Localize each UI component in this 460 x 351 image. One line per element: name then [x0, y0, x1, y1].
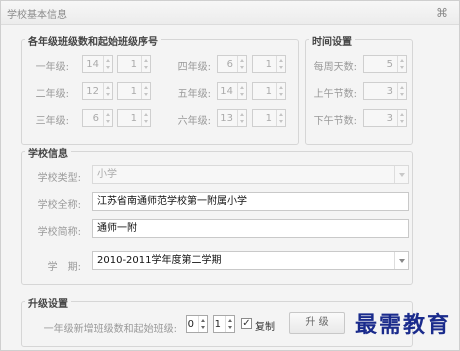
close-icon[interactable]: ⌘: [433, 4, 451, 22]
upgrade-button[interactable]: 升 级: [289, 312, 345, 334]
grade-start-class-spinner[interactable]: 1: [117, 82, 151, 100]
afternoon-periods-spinner[interactable]: 3: [363, 109, 407, 127]
copy-checkbox[interactable]: ✓: [241, 318, 252, 329]
school-fullname-input[interactable]: 江苏省南通师范学校第一附属小学: [92, 192, 409, 211]
grade-class-count-spinner[interactable]: 6: [82, 109, 113, 127]
grade-start-class-spinner[interactable]: 1: [117, 55, 151, 73]
time-group-title: 时间设置: [309, 33, 355, 48]
watermark-logo: 最需教育: [354, 312, 451, 338]
school-type-select[interactable]: 小学: [92, 165, 409, 184]
chevron-down-icon: [394, 166, 408, 183]
grade-start-class-spinner[interactable]: 1: [252, 82, 286, 100]
days-per-week-spinner[interactable]: 5: [363, 55, 407, 73]
grade-start-class-spinner[interactable]: 1: [252, 109, 286, 127]
window-title: 学校基本信息: [7, 10, 67, 21]
grade-label: 四年级:: [177, 62, 211, 73]
morning-periods-spinner[interactable]: 3: [363, 82, 407, 100]
grades-group-title: 各年级班级数和起始班级序号: [25, 33, 161, 48]
grade-class-count-spinner[interactable]: 12: [82, 82, 113, 100]
copy-label: 复制: [255, 322, 275, 333]
school-fullname-label: 学校全称:: [37, 200, 81, 211]
time-label: 下午节数:: [313, 116, 357, 127]
grade-class-count-spinner[interactable]: 14: [217, 82, 247, 100]
grade-label: 二年级:: [35, 89, 69, 100]
new-classes-spinner[interactable]: 0: [186, 315, 208, 333]
dialog-window: 学校基本信息 ⌘ 各年级班级数和起始班级序号 一年级: 14 1 二年级: 12…: [0, 0, 460, 351]
grade-label: 五年级:: [177, 89, 211, 100]
grade-label: 三年级:: [35, 116, 69, 127]
upgrade-label: 一年级新增班级数和起始班级:: [43, 324, 177, 335]
grade-class-count-spinner[interactable]: 14: [82, 55, 113, 73]
school-shortname-label: 学校简称:: [37, 227, 81, 238]
start-class-spinner[interactable]: 1: [213, 315, 235, 333]
grade-class-count-spinner[interactable]: 13: [217, 109, 247, 127]
school-shortname-input[interactable]: 通师一附: [92, 219, 409, 238]
school-group-title: 学校信息: [25, 145, 71, 160]
grade-label: 一年级:: [35, 62, 69, 73]
grade-class-count-spinner[interactable]: 6: [217, 55, 247, 73]
term-label: 学 期:: [47, 262, 81, 273]
grade-start-class-spinner[interactable]: 1: [117, 109, 151, 127]
title-bar: 学校基本信息 ⌘: [1, 1, 459, 25]
chevron-down-icon: [394, 252, 408, 269]
upgrade-group-title: 升级设置: [25, 295, 71, 310]
time-label: 每周天数:: [313, 62, 357, 73]
grade-label: 六年级:: [177, 116, 211, 127]
school-type-label: 学校类型:: [37, 173, 81, 184]
grade-start-class-spinner[interactable]: 1: [252, 55, 286, 73]
time-label: 上午节数:: [313, 89, 357, 100]
term-select[interactable]: 2010-2011学年度第二学期: [92, 251, 409, 270]
